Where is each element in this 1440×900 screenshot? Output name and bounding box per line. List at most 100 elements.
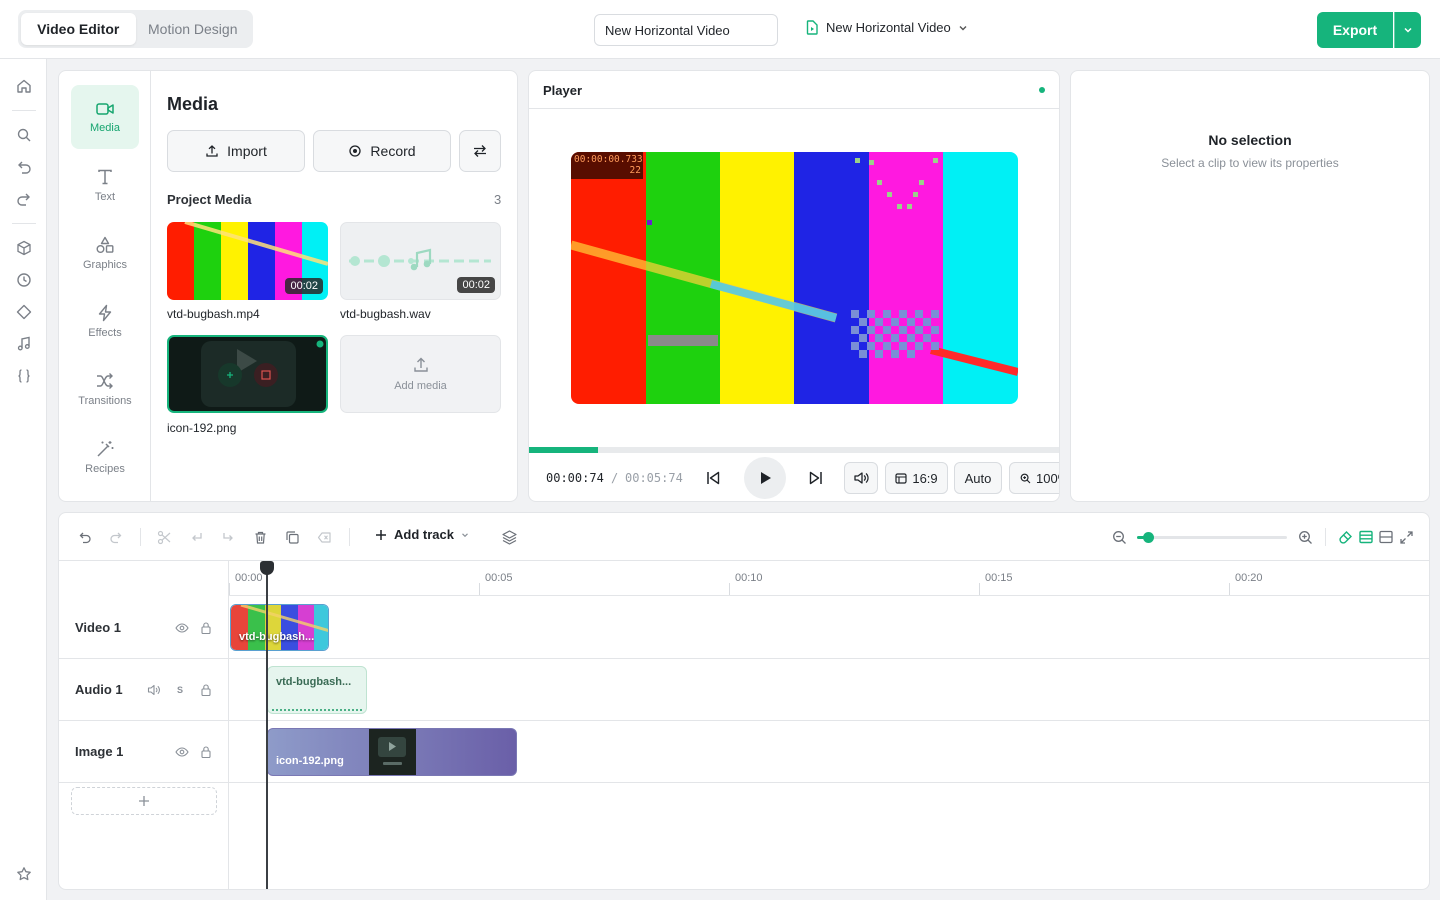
import-button[interactable]: Import [167,130,305,172]
media-item-name: icon-192.png [167,421,237,435]
track-headers [59,561,229,889]
zoom-slider[interactable] [1137,532,1287,543]
category-list: Media Text Graphics Effects Transitions … [59,71,151,501]
category-label: Transitions [78,394,132,407]
playhead[interactable] [266,572,268,889]
audio-waveform [272,709,362,711]
track-list-icon[interactable] [1357,528,1375,546]
media-item-video[interactable]: 00:02 [167,222,328,300]
category-media[interactable]: Media [71,85,139,149]
eye-icon[interactable] [175,621,189,635]
ruler-tick [229,583,230,595]
zoom-out-icon[interactable] [1110,528,1128,546]
play-button[interactable] [744,457,786,499]
duplicate-icon[interactable] [283,528,301,546]
category-recipes[interactable]: Recipes [71,425,139,489]
layers-icon[interactable] [500,528,518,546]
media-item-audio[interactable]: 00:02 [340,222,501,300]
category-transitions[interactable]: Transitions [71,357,139,421]
expand-icon[interactable] [1397,528,1415,546]
skip-back-button[interactable] [703,468,723,488]
split-view-icon[interactable] [1377,528,1395,546]
swap-button[interactable] [459,130,501,172]
category-effects[interactable]: Effects [71,289,139,353]
playhead-handle[interactable] [260,561,274,575]
solo-button[interactable]: S [173,683,187,697]
tab-motion-design[interactable]: Motion Design [136,13,251,45]
add-media-tile[interactable]: Add media [340,335,501,413]
export-button[interactable]: Export [1317,12,1393,48]
project-select[interactable]: New Horizontal Video [805,20,968,35]
clip-label: vtd-bugbash... [276,676,352,688]
duration-badge: 00:02 [457,277,495,293]
record-button[interactable]: Record [313,130,451,172]
aspect-ratio-button[interactable]: 16:9 [885,462,948,494]
clip-label: icon-192.png [276,755,344,767]
redo-icon[interactable] [107,528,125,546]
timeline-panel: Add track 00:00 00:05 00:10 00:15 00:20 … [58,512,1430,890]
media-panel: Media Text Graphics Effects Transitions … [58,70,518,502]
image-clip[interactable]: icon-192.png [267,728,517,776]
eye-icon[interactable] [175,745,189,759]
zoom-in-icon[interactable] [1296,528,1314,546]
undo-icon[interactable] [75,528,93,546]
skip-forward-icon [809,471,822,485]
document-icon [806,20,818,35]
track-divider [59,720,1429,721]
diamond-icon[interactable] [15,303,33,321]
category-text[interactable]: Text [71,153,139,217]
trash-icon[interactable] [251,528,269,546]
preview-canvas[interactable]: 00:00:00.733 22 [571,152,1018,404]
music-note-icon[interactable] [15,335,33,353]
trim-left-icon[interactable] [187,528,205,546]
video-clip[interactable]: vtd-bugbash... [230,604,329,651]
play-icon [761,472,771,484]
record-label: Record [370,143,416,159]
project-media-label: Project Media [167,192,252,207]
quality-button[interactable]: Auto [954,462,1002,494]
rail-divider [12,110,36,111]
add-track-button[interactable]: Add track [375,527,469,542]
trim-right-icon[interactable] [219,528,237,546]
track-divider [59,658,1429,659]
cube-icon[interactable] [15,239,33,257]
chevron-down-icon [1404,27,1412,33]
lock-icon[interactable] [199,621,213,635]
skip-forward-button[interactable] [806,468,826,488]
preview-frame [571,152,1018,404]
export-options-button[interactable] [1394,12,1421,48]
lock-icon[interactable] [199,745,213,759]
star-icon[interactable] [15,865,33,883]
project-select-label: New Horizontal Video [826,20,951,35]
code-braces-icon[interactable] [15,367,33,385]
project-title-input[interactable] [594,14,778,46]
zoom-label: 100% [1036,470,1059,486]
audio-clip[interactable]: vtd-bugbash... [267,666,367,714]
rail-divider [12,223,36,224]
zoom-slider-handle[interactable] [1142,532,1154,543]
track-name-video: Video 1 [75,620,122,635]
scissors-icon[interactable] [155,528,173,546]
aspect-ratio-icon [895,472,907,484]
home-icon[interactable] [15,77,33,95]
speaker-icon[interactable] [147,683,161,697]
tab-video-editor[interactable]: Video Editor [21,13,136,45]
delete-gap-icon[interactable] [315,528,333,546]
redo-icon[interactable] [15,190,33,208]
lock-icon[interactable] [199,683,213,697]
clock-icon[interactable] [15,271,33,289]
add-track-row-button[interactable] [71,787,217,815]
playback-progress[interactable] [529,447,1059,453]
undo-icon[interactable] [15,158,33,176]
volume-button[interactable] [844,462,878,494]
search-icon[interactable] [15,126,33,144]
current-time: 00:00:74 [546,471,604,485]
status-dot [1039,87,1045,93]
zoom-button[interactable]: 100% [1009,462,1059,494]
media-item-image[interactable] [167,335,328,413]
time-ruler[interactable]: 00:00 00:05 00:10 00:15 00:20 [229,561,1429,596]
media-title: Media [167,94,219,114]
clip-label: vtd-bugbash... [239,631,315,643]
category-graphics[interactable]: Graphics [71,221,139,285]
magnet-snap-icon[interactable] [1337,528,1355,546]
